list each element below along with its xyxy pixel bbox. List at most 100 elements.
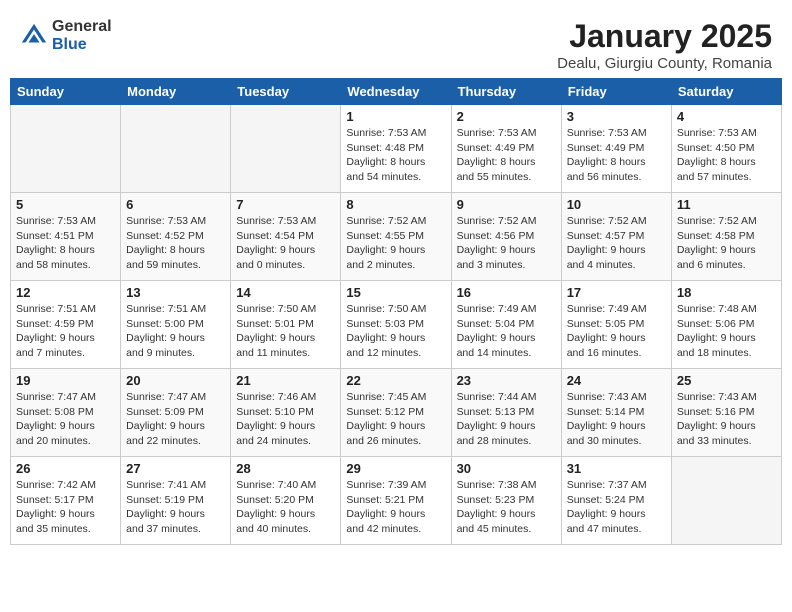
day-number: 24 <box>567 373 666 388</box>
calendar-cell: 17 Sunrise: 7:49 AM Sunset: 5:05 PM Dayli… <box>561 281 671 369</box>
day-number: 22 <box>346 373 445 388</box>
day-number: 30 <box>457 461 556 476</box>
day-info: Sunrise: 7:38 AM Sunset: 5:23 PM Dayligh… <box>457 478 556 537</box>
day-info: Sunrise: 7:53 AM Sunset: 4:54 PM Dayligh… <box>236 214 335 273</box>
day-info: Sunrise: 7:41 AM Sunset: 5:19 PM Dayligh… <box>126 478 225 537</box>
calendar-cell <box>231 105 341 193</box>
calendar-cell: 3 Sunrise: 7:53 AM Sunset: 4:49 PM Daylig… <box>561 105 671 193</box>
day-number: 17 <box>567 285 666 300</box>
calendar-cell: 16 Sunrise: 7:49 AM Sunset: 5:04 PM Dayli… <box>451 281 561 369</box>
calendar-cell: 28 Sunrise: 7:40 AM Sunset: 5:20 PM Dayli… <box>231 457 341 545</box>
calendar-cell: 19 Sunrise: 7:47 AM Sunset: 5:08 PM Dayli… <box>11 369 121 457</box>
calendar-cell: 4 Sunrise: 7:53 AM Sunset: 4:50 PM Daylig… <box>671 105 781 193</box>
day-info: Sunrise: 7:53 AM Sunset: 4:49 PM Dayligh… <box>457 126 556 185</box>
day-info: Sunrise: 7:37 AM Sunset: 5:24 PM Dayligh… <box>567 478 666 537</box>
day-number: 13 <box>126 285 225 300</box>
weekday-header-thursday: Thursday <box>451 79 561 105</box>
calendar-cell: 22 Sunrise: 7:45 AM Sunset: 5:12 PM Dayli… <box>341 369 451 457</box>
calendar-subtitle: Dealu, Giurgiu County, Romania <box>557 55 772 72</box>
weekday-header-friday: Friday <box>561 79 671 105</box>
weekday-header-row: SundayMondayTuesdayWednesdayThursdayFrid… <box>11 79 782 105</box>
weekday-header-saturday: Saturday <box>671 79 781 105</box>
calendar-cell: 2 Sunrise: 7:53 AM Sunset: 4:49 PM Daylig… <box>451 105 561 193</box>
calendar-week-row: 12Sunrise: 7:51 AM Sunset: 4:59 PM Dayli… <box>11 281 782 369</box>
day-number: 28 <box>236 461 335 476</box>
day-info: Sunrise: 7:52 AM Sunset: 4:56 PM Dayligh… <box>457 214 556 273</box>
day-info: Sunrise: 7:45 AM Sunset: 5:12 PM Dayligh… <box>346 390 445 449</box>
calendar-cell: 12Sunrise: 7:51 AM Sunset: 4:59 PM Dayli… <box>11 281 121 369</box>
day-number: 19 <box>16 373 115 388</box>
calendar-cell: 5 Sunrise: 7:53 AM Sunset: 4:51 PM Daylig… <box>11 193 121 281</box>
calendar-cell: 6 Sunrise: 7:53 AM Sunset: 4:52 PM Daylig… <box>121 193 231 281</box>
day-info: Sunrise: 7:53 AM Sunset: 4:52 PM Dayligh… <box>126 214 225 273</box>
calendar-week-row: 5 Sunrise: 7:53 AM Sunset: 4:51 PM Daylig… <box>11 193 782 281</box>
day-info: Sunrise: 7:52 AM Sunset: 4:57 PM Dayligh… <box>567 214 666 273</box>
day-info: Sunrise: 7:49 AM Sunset: 5:05 PM Dayligh… <box>567 302 666 361</box>
day-number: 11 <box>677 197 776 212</box>
day-info: Sunrise: 7:48 AM Sunset: 5:06 PM Dayligh… <box>677 302 776 361</box>
calendar-cell <box>11 105 121 193</box>
day-info: Sunrise: 7:53 AM Sunset: 4:51 PM Dayligh… <box>16 214 115 273</box>
day-info: Sunrise: 7:53 AM Sunset: 4:50 PM Dayligh… <box>677 126 776 185</box>
day-info: Sunrise: 7:53 AM Sunset: 4:49 PM Dayligh… <box>567 126 666 185</box>
day-info: Sunrise: 7:49 AM Sunset: 5:04 PM Dayligh… <box>457 302 556 361</box>
logo-icon <box>20 22 48 50</box>
day-number: 27 <box>126 461 225 476</box>
calendar-week-row: 1 Sunrise: 7:53 AM Sunset: 4:48 PM Daylig… <box>11 105 782 193</box>
calendar-week-row: 26 Sunrise: 7:42 AM Sunset: 5:17 PM Dayli… <box>11 457 782 545</box>
logo-text: General Blue <box>52 18 112 53</box>
page-header: General Blue January 2025 Dealu, Giurgiu… <box>10 10 782 78</box>
day-number: 25 <box>677 373 776 388</box>
day-number: 8 <box>346 197 445 212</box>
calendar-cell <box>121 105 231 193</box>
calendar-cell: 20Sunrise: 7:47 AM Sunset: 5:09 PM Dayli… <box>121 369 231 457</box>
calendar-cell: 29Sunrise: 7:39 AM Sunset: 5:21 PM Dayli… <box>341 457 451 545</box>
calendar-cell: 11 Sunrise: 7:52 AM Sunset: 4:58 PM Dayli… <box>671 193 781 281</box>
day-info: Sunrise: 7:44 AM Sunset: 5:13 PM Dayligh… <box>457 390 556 449</box>
title-area: January 2025 Dealu, Giurgiu County, Roma… <box>557 18 772 72</box>
calendar-table: SundayMondayTuesdayWednesdayThursdayFrid… <box>10 78 782 545</box>
calendar-cell: 25 Sunrise: 7:43 AM Sunset: 5:16 PM Dayli… <box>671 369 781 457</box>
day-number: 9 <box>457 197 556 212</box>
calendar-cell: 13 Sunrise: 7:51 AM Sunset: 5:00 PM Dayli… <box>121 281 231 369</box>
calendar-cell: 31Sunrise: 7:37 AM Sunset: 5:24 PM Dayli… <box>561 457 671 545</box>
day-info: Sunrise: 7:43 AM Sunset: 5:16 PM Dayligh… <box>677 390 776 449</box>
day-number: 5 <box>16 197 115 212</box>
day-info: Sunrise: 7:52 AM Sunset: 4:58 PM Dayligh… <box>677 214 776 273</box>
calendar-cell: 10 Sunrise: 7:52 AM Sunset: 4:57 PM Dayli… <box>561 193 671 281</box>
day-info: Sunrise: 7:51 AM Sunset: 4:59 PM Dayligh… <box>16 302 115 361</box>
day-number: 14 <box>236 285 335 300</box>
calendar-cell: 18 Sunrise: 7:48 AM Sunset: 5:06 PM Dayli… <box>671 281 781 369</box>
weekday-header-sunday: Sunday <box>11 79 121 105</box>
logo-general: General <box>52 18 112 36</box>
logo: General Blue <box>20 18 112 53</box>
day-number: 3 <box>567 109 666 124</box>
calendar-cell: 23Sunrise: 7:44 AM Sunset: 5:13 PM Dayli… <box>451 369 561 457</box>
day-number: 1 <box>346 109 445 124</box>
day-info: Sunrise: 7:52 AM Sunset: 4:55 PM Dayligh… <box>346 214 445 273</box>
calendar-cell: 7 Sunrise: 7:53 AM Sunset: 4:54 PM Daylig… <box>231 193 341 281</box>
day-number: 29 <box>346 461 445 476</box>
day-number: 2 <box>457 109 556 124</box>
logo-blue: Blue <box>52 36 112 54</box>
day-number: 26 <box>16 461 115 476</box>
day-info: Sunrise: 7:42 AM Sunset: 5:17 PM Dayligh… <box>16 478 115 537</box>
calendar-cell: 21Sunrise: 7:46 AM Sunset: 5:10 PM Dayli… <box>231 369 341 457</box>
day-number: 6 <box>126 197 225 212</box>
day-info: Sunrise: 7:46 AM Sunset: 5:10 PM Dayligh… <box>236 390 335 449</box>
day-info: Sunrise: 7:51 AM Sunset: 5:00 PM Dayligh… <box>126 302 225 361</box>
calendar-cell: 1 Sunrise: 7:53 AM Sunset: 4:48 PM Daylig… <box>341 105 451 193</box>
day-info: Sunrise: 7:40 AM Sunset: 5:20 PM Dayligh… <box>236 478 335 537</box>
calendar-cell: 9 Sunrise: 7:52 AM Sunset: 4:56 PM Daylig… <box>451 193 561 281</box>
day-info: Sunrise: 7:50 AM Sunset: 5:03 PM Dayligh… <box>346 302 445 361</box>
day-number: 15 <box>346 285 445 300</box>
day-number: 16 <box>457 285 556 300</box>
day-number: 10 <box>567 197 666 212</box>
weekday-header-wednesday: Wednesday <box>341 79 451 105</box>
calendar-week-row: 19 Sunrise: 7:47 AM Sunset: 5:08 PM Dayli… <box>11 369 782 457</box>
day-number: 7 <box>236 197 335 212</box>
day-info: Sunrise: 7:53 AM Sunset: 4:48 PM Dayligh… <box>346 126 445 185</box>
day-info: Sunrise: 7:47 AM Sunset: 5:08 PM Dayligh… <box>16 390 115 449</box>
day-number: 18 <box>677 285 776 300</box>
day-number: 4 <box>677 109 776 124</box>
